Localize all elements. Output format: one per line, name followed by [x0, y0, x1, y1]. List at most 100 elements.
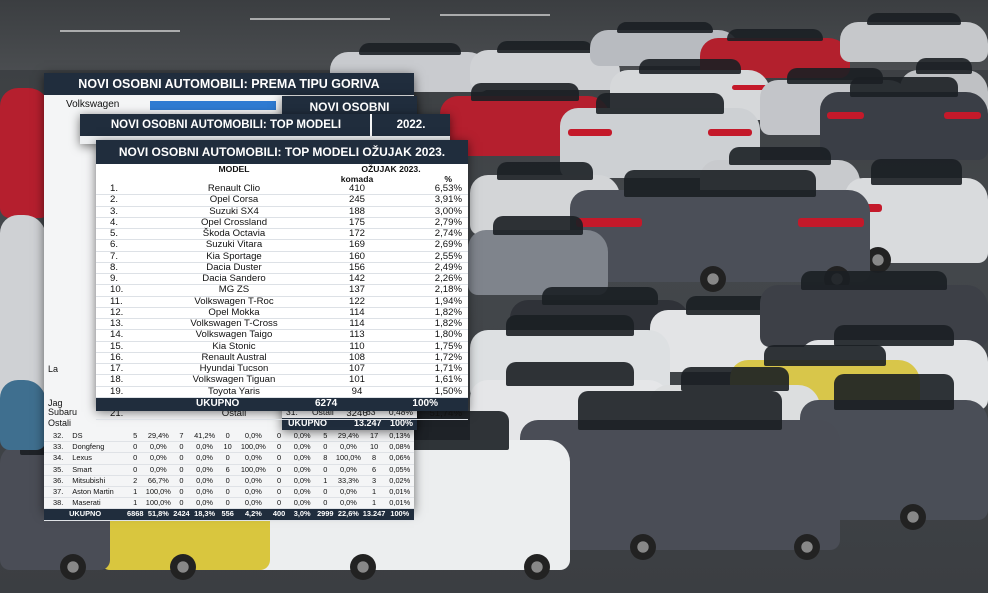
fuel-cell-k: 1 — [372, 498, 377, 508]
fuel-total-d: 18,3% — [194, 509, 216, 519]
model-model: Renault Austral — [154, 352, 314, 365]
model-rank: 6. — [96, 240, 154, 252]
lane-marking — [60, 30, 180, 32]
col-model: MODEL — [218, 164, 250, 174]
fuel-cell-brand: Mitsubishi — [72, 475, 106, 485]
fuel-cell-h: 0,0% — [293, 431, 311, 440]
model-row: 4. Opel Crossland 175 2,79% — [96, 217, 468, 230]
model-rank: 1. — [96, 183, 154, 196]
fuel-cell-n: 36. — [52, 475, 64, 485]
fuel-cell-g: 0 — [276, 498, 282, 508]
model-row: 10. MG ZS 137 2,18% — [96, 285, 468, 297]
model-count: 156 — [314, 262, 400, 275]
fuel-cell-i: 0 — [323, 464, 328, 474]
fuel-cell-d: 0,0% — [196, 464, 213, 474]
fuel-cell-g: 0 — [276, 442, 282, 452]
fuel-cell-d: 0,0% — [196, 453, 213, 463]
fuel-cell-n: 33. — [52, 442, 64, 452]
fuel-row: 34. Lexus 0 0,0% 0 0,0% 0 0,0% 0 0,0% 8 100,0% 8 0,06… — [44, 453, 414, 465]
model-model: Opel Crossland — [154, 217, 314, 230]
fuel-cell-a: 0 — [133, 453, 138, 463]
model-pct: 1,50% — [400, 386, 468, 398]
fuel-total-j: 22,6% — [337, 509, 359, 519]
fuel-cell-e: 0 — [225, 431, 230, 440]
fuel-cell-i: 0 — [323, 486, 328, 496]
fuel-cell-j: 0,0% — [339, 442, 357, 452]
model-pct: 3,91% — [400, 195, 468, 207]
model-pct: 1,61% — [400, 375, 468, 387]
fuel-cell-e: 0 — [225, 475, 230, 485]
fuel-cell-f: 0,0% — [244, 498, 262, 508]
model-model: Dacia Duster — [154, 262, 314, 275]
fuel-cell-n: 32. — [52, 431, 64, 440]
fuel-cell-l: 0,01% — [389, 486, 411, 496]
model-pct: 1,71% — [400, 363, 468, 376]
fuel-cell-b: 100,0% — [145, 498, 171, 508]
model-model: Toyota Yaris — [154, 386, 314, 398]
model-count: 110 — [314, 341, 400, 353]
fuel-cell-a: 1 — [133, 486, 138, 496]
fuel-cell-c: 0 — [179, 498, 184, 508]
model-pct: 2,74% — [400, 228, 468, 241]
model-model: Volkswagen Taigo — [154, 330, 314, 342]
fuel-cell-e: 10 — [223, 442, 232, 452]
fuel-cell-a: 2 — [133, 475, 138, 485]
fuel-cell-brand: Dongfeng — [72, 442, 105, 452]
model-model: MG ZS — [154, 285, 314, 297]
fuel-cell-i: 0 — [323, 498, 328, 508]
model-row: 16. Renault Austral 108 1,72% — [96, 352, 468, 365]
fuel-cell-brand: Maserati — [72, 498, 101, 508]
model-rank: 3. — [96, 206, 154, 218]
fuel-row: 37. Aston Martin 1 100,0% 0 0,0% 0 0,0% 0 0,0% 0 0,… — [44, 486, 414, 499]
car — [468, 215, 608, 295]
fuel-cell-n: 38. — [52, 498, 64, 508]
fuel-cell-l: 0,13% — [389, 431, 411, 440]
total-pct: 100% — [412, 398, 438, 409]
model-count: 137 — [314, 285, 400, 297]
model-model: Volkswagen T-Cross — [154, 318, 314, 331]
model-model: Kia Sportage — [154, 251, 314, 263]
fuel-total-c: 2424 — [173, 509, 190, 519]
fuel-cell-l: 0,08% — [389, 442, 411, 452]
car — [0, 380, 46, 450]
fuel-cell-d: 0,0% — [196, 498, 213, 508]
model-rank: 4. — [96, 217, 154, 230]
fuel-cell-g: 0 — [276, 475, 282, 485]
model-row: 14. Volkswagen Taigo 113 1,80% — [96, 330, 468, 342]
model-pct: 1,72% — [400, 352, 468, 365]
model-row: 9. Dacia Sandero 142 2,26% — [96, 273, 468, 286]
model-row: 19. Toyota Yaris 94 1,50% — [96, 386, 468, 398]
model-count: 245 — [314, 195, 400, 207]
model-model: Volkswagen T-Roc — [154, 296, 314, 308]
model-rank: 11. — [96, 296, 154, 308]
model-pct: 1,82% — [400, 318, 468, 331]
fuel-cell-f: 0,0% — [244, 453, 262, 463]
fuel-cell-d: 0,0% — [196, 442, 213, 452]
fuel-cell-k: 6 — [372, 464, 377, 474]
fuel-cell-j: 100,0% — [335, 453, 361, 463]
fuel-cell-j: 0,0% — [339, 486, 357, 496]
fuel-cell-i: 0 — [323, 442, 328, 452]
model-count: 160 — [314, 251, 400, 263]
fuel-cell-d: 0,0% — [196, 475, 213, 485]
model-count: 172 — [314, 228, 400, 241]
model-row: 11. Volkswagen T-Roc 122 1,94% — [96, 296, 468, 308]
fuel-cell-a: 5 — [133, 431, 138, 440]
fuel-cell-i: 5 — [323, 431, 328, 440]
fuel-cell-j: 0,0% — [339, 498, 357, 508]
model-count: 175 — [314, 217, 400, 230]
fuel-cell-l: 0,05% — [389, 464, 411, 474]
col-period: OŽUJAK 2023. — [361, 164, 421, 174]
fuel-row: 36. Mitsubishi 2 66,7% 0 0,0% 0 0,0% 0 0,0% 1 33,3%… — [44, 476, 414, 487]
brand-label: Volkswagen — [66, 99, 120, 110]
fuel-cell-j: 33,3% — [337, 475, 359, 485]
model-count: 107 — [314, 363, 400, 376]
fuel-cell-f: 100,0% — [240, 464, 266, 474]
fuel-cell-n: 34. — [52, 453, 64, 463]
fuel-cell-i: 8 — [323, 453, 328, 463]
model-rank: 17. — [96, 363, 154, 376]
models-table: MODEL OŽUJAK 2023. komada % 1. Renault Cl… — [96, 164, 468, 421]
fuel-cell-a: 1 — [133, 498, 138, 508]
fuel-cell-k: 8 — [372, 453, 377, 463]
fuel-cell-brand: Lexus — [72, 453, 92, 463]
